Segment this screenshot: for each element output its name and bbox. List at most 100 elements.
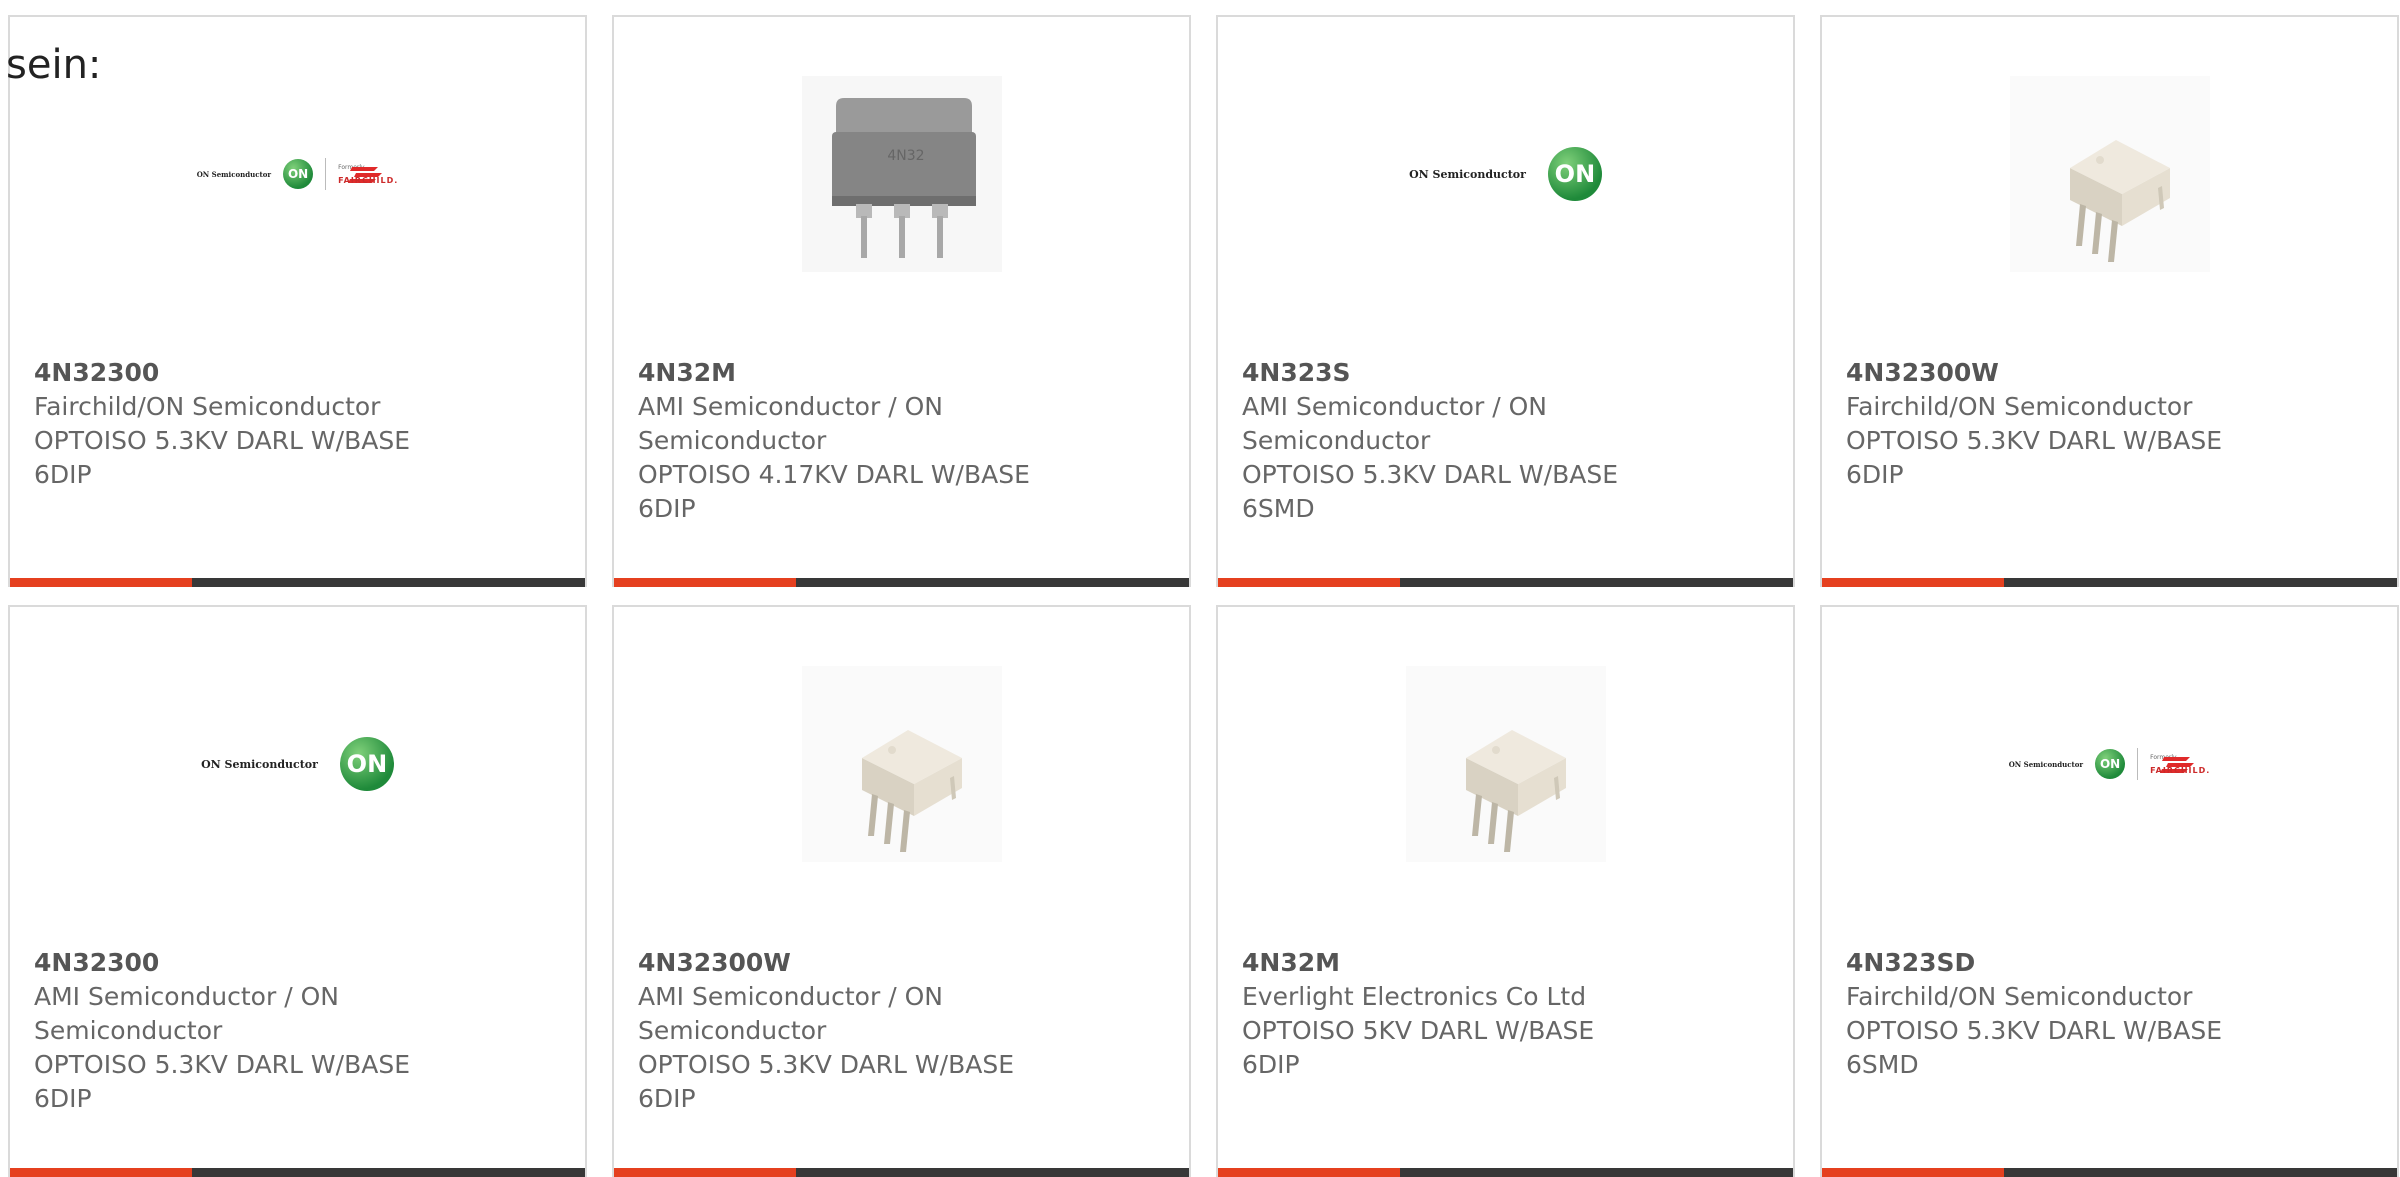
manufacturer-text: Fairchild/ON Semiconductor — [1846, 392, 2193, 421]
manufacturer-text-cont: Semiconductor — [34, 1016, 223, 1045]
manufacturer-text: AMI Semiconductor / ON — [638, 982, 943, 1011]
manufacturer-text-cont: Semiconductor — [1242, 426, 1431, 455]
description-text: OPTOISO 5.3KV DARL W/BASE — [34, 426, 410, 455]
description-text: OPTOISO 5.3KV DARL W/BASE — [1242, 460, 1618, 489]
on-fairchild-logo-image: ON Semiconductor ON Formerly FAIRCHILD. — [197, 158, 399, 190]
manufacturer-text-cont: Semiconductor — [638, 1016, 827, 1045]
part-number-link[interactable]: 4N323SD — [1846, 946, 2377, 980]
package-text: 6DIP — [638, 494, 696, 523]
product-image[interactable]: ON Semiconductor ON Formerly FAIRCHILD. — [1822, 659, 2397, 869]
product-image[interactable] — [1822, 69, 2397, 279]
product-info: 4N32M Everlight Electronics Co Ltd OPTOISO… — [1242, 946, 1773, 1082]
manufacturer-text: Fairchild/ON Semiconductor — [34, 392, 381, 421]
package-text: 6DIP — [34, 1084, 92, 1113]
product-info: 4N32300W Fairchild/ON Semiconductor OPTOIS… — [1846, 356, 2377, 492]
part-number-link[interactable]: 4N32300 — [34, 946, 565, 980]
on-logo-icon: ON — [283, 159, 314, 189]
card-accent-bar — [1218, 578, 1400, 587]
manufacturer-text: AMI Semiconductor / ON — [34, 982, 339, 1011]
chip-marking: 4N32 — [887, 148, 924, 164]
card-bottom-bar — [614, 1168, 1189, 1177]
logo-divider — [325, 158, 327, 190]
product-card[interactable]: ON Semiconductor ON Formerly FAIRCHILD. 4N32… — [8, 15, 587, 587]
card-accent-bar — [10, 1168, 192, 1177]
product-card[interactable]: ON Semiconductor ON Formerly FAIRCHILD. 4N32… — [1820, 605, 2399, 1177]
card-bottom-bar — [1218, 578, 1793, 587]
product-image[interactable] — [1218, 659, 1793, 869]
part-number-link[interactable]: 4N32M — [638, 356, 1169, 390]
part-number-link[interactable]: 4N32M — [1242, 946, 1773, 980]
card-bottom-bar — [1822, 578, 2397, 587]
product-card[interactable]: ON Semiconductor ON 4N32300 AMI Semiconduct… — [8, 605, 587, 1177]
card-accent-bar — [10, 578, 192, 587]
fairchild-mark: FAIRCHILD. — [2150, 756, 2211, 776]
product-image[interactable]: ON Semiconductor ON Formerly FAIRCHILD. — [10, 69, 585, 279]
on-logo-icon: ON — [1547, 147, 1602, 201]
card-accent-bar — [1218, 1168, 1400, 1177]
manufacturer-text: Everlight Electronics Co Ltd — [1242, 982, 1587, 1011]
card-bottom-bar — [1822, 1168, 2397, 1177]
product-card[interactable]: ON Semiconductor ON 4N323S AMI Semiconducto… — [1216, 15, 1795, 587]
product-card[interactable]: 4N32300W Fairchild/ON Semiconductor OPTOIS… — [1820, 15, 2399, 587]
part-number-link[interactable]: 4N32300 — [34, 356, 565, 390]
manufacturer-text-cont: Semiconductor — [638, 426, 827, 455]
product-info: 4N323S AMI Semiconductor / ON Semiconducto… — [1242, 356, 1773, 526]
fairchild-text: FAIRCHILD. — [2150, 765, 2211, 775]
manufacturer-text: Fairchild/ON Semiconductor — [1846, 982, 2193, 1011]
card-bottom-bar — [1218, 1168, 1793, 1177]
product-info: 4N32300 Fairchild/ON Semiconductor OPTOISO… — [34, 356, 565, 492]
dip6-white-chip-image — [2009, 76, 2210, 272]
product-image[interactable]: 4N32 — [614, 69, 1189, 279]
description-text: OPTOISO 5.3KV DARL W/BASE — [34, 1050, 410, 1079]
product-image[interactable] — [614, 659, 1189, 869]
fairchild-text: FAIRCHILD. — [338, 175, 399, 185]
product-info: 4N32M AMI Semiconductor / ON Semiconductor… — [638, 356, 1169, 526]
description-text: OPTOISO 5KV DARL W/BASE — [1242, 1016, 1595, 1045]
product-card[interactable]: 4N32300W AMI Semiconductor / ON Semiconduc… — [612, 605, 1191, 1177]
package-text: 6DIP — [34, 460, 92, 489]
product-card[interactable]: 4N32M Everlight Electronics Co Ltd OPTOISO… — [1216, 605, 1795, 1177]
lead-text: sein: — [6, 42, 102, 88]
dip6-white-chip-image — [1405, 666, 1606, 862]
fairchild-logo: Formerly FAIRCHILD. — [2150, 753, 2210, 776]
logo-text: ON Semiconductor — [196, 169, 272, 179]
fairchild-mark: FAIRCHILD. — [338, 166, 399, 186]
logo-divider — [2137, 748, 2139, 780]
part-number-link[interactable]: 4N32300W — [1846, 356, 2377, 390]
product-info: 4N323SD Fairchild/ON Semiconductor OPTOISO… — [1846, 946, 2377, 1082]
package-text: 6DIP — [1242, 1050, 1300, 1079]
product-grid: ON Semiconductor ON Formerly FAIRCHILD. 4N32… — [8, 15, 2399, 1177]
logo-text: ON Semiconductor — [2008, 759, 2084, 769]
on-logo-icon: ON — [339, 737, 394, 791]
package-text: 6DIP — [1846, 460, 1904, 489]
package-text: 6SMD — [1846, 1050, 1919, 1079]
package-text: 6SMD — [1242, 494, 1315, 523]
dip6-gray-chip-image: 4N32 — [801, 76, 1002, 272]
card-accent-bar — [614, 578, 796, 587]
logo-text: ON Semiconductor — [1409, 167, 1526, 181]
manufacturer-text: AMI Semiconductor / ON — [638, 392, 943, 421]
on-semiconductor-logo-image: ON Semiconductor ON — [201, 737, 394, 791]
product-info: 4N32300 AMI Semiconductor / ON Semiconduct… — [34, 946, 565, 1116]
manufacturer-text: AMI Semiconductor / ON — [1242, 392, 1547, 421]
on-semiconductor-logo-image: ON Semiconductor ON — [1409, 147, 1602, 201]
logo-text: ON Semiconductor — [201, 757, 318, 771]
product-info: 4N32300W AMI Semiconductor / ON Semiconduc… — [638, 946, 1169, 1116]
card-bottom-bar — [10, 1168, 585, 1177]
card-bottom-bar — [10, 578, 585, 587]
product-image[interactable]: ON Semiconductor ON — [1218, 69, 1793, 279]
card-accent-bar — [1822, 1168, 2004, 1177]
product-image[interactable]: ON Semiconductor ON — [10, 659, 585, 869]
part-number-link[interactable]: 4N323S — [1242, 356, 1773, 390]
on-fairchild-logo-image: ON Semiconductor ON Formerly FAIRCHILD. — [2009, 748, 2211, 780]
product-card[interactable]: 4N32 4N32M AMI Semiconductor / ON Semicondu… — [612, 15, 1191, 587]
dip6-white-chip-image — [801, 666, 1002, 862]
card-accent-bar — [1822, 578, 2004, 587]
on-logo-icon: ON — [2095, 749, 2126, 779]
description-text: OPTOISO 5.3KV DARL W/BASE — [1846, 426, 2222, 455]
description-text: OPTOISO 5.3KV DARL W/BASE — [1846, 1016, 2222, 1045]
card-accent-bar — [614, 1168, 796, 1177]
card-bottom-bar — [614, 578, 1189, 587]
description-text: OPTOISO 4.17KV DARL W/BASE — [638, 460, 1030, 489]
part-number-link[interactable]: 4N32300W — [638, 946, 1169, 980]
